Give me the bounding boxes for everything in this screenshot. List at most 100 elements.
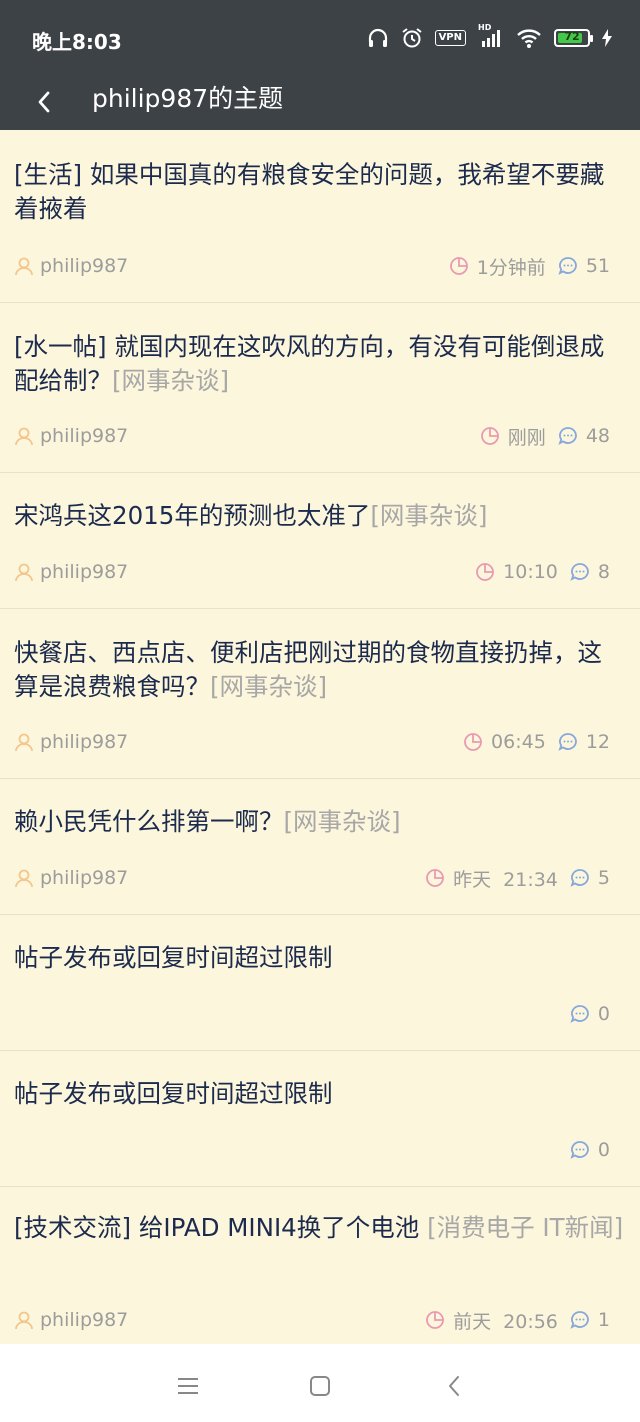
status-icons: VPN HD 72 bbox=[367, 23, 612, 52]
topic-meta: philip987 昨天 21:34 5 bbox=[14, 864, 610, 892]
system-back-button[interactable] bbox=[434, 1366, 474, 1406]
author[interactable]: philip987 bbox=[14, 1309, 128, 1331]
post-time: 06:45 bbox=[463, 731, 546, 753]
topic-title: 帖子发布或回复时间超过限制 bbox=[0, 1051, 640, 1111]
menu-icon bbox=[178, 1378, 198, 1394]
headphones-icon bbox=[367, 27, 389, 49]
topic-title: 宋鸿兵这2015年的预测也太准了[网事杂谈] bbox=[0, 473, 640, 533]
topic-item[interactable]: 宋鸿兵这2015年的预测也太准了[网事杂谈] philip987 10:10 8 bbox=[0, 473, 640, 609]
author[interactable]: philip987 bbox=[14, 867, 128, 889]
battery-level: 72 bbox=[564, 30, 580, 43]
author-name: philip987 bbox=[40, 425, 129, 447]
topic-title-text: [技术交流] 给IPAD MINI4换了个电池 bbox=[14, 1213, 420, 1242]
topic-item[interactable]: 帖子发布或回复时间超过限制 0 bbox=[0, 1051, 640, 1187]
reply-count-text: 12 bbox=[585, 731, 610, 753]
author-name: philip987 bbox=[40, 1309, 129, 1331]
author-name: philip987 bbox=[40, 867, 129, 889]
author-name: philip987 bbox=[40, 561, 129, 583]
topic-title: [技术交流] 给IPAD MINI4换了个电池 [消费电子 IT新闻] bbox=[0, 1187, 640, 1245]
topic-meta: philip987 1分钟前 51 bbox=[14, 252, 610, 280]
comment-icon bbox=[570, 869, 589, 887]
topic-title-text: [生活] 如果中国真的有粮食安全的问题，我希望不要藏着掖着 bbox=[14, 160, 605, 223]
time-text: 1分钟前 bbox=[476, 256, 546, 279]
reply-count-text: 48 bbox=[585, 425, 610, 447]
topic-meta: 0 bbox=[14, 1000, 610, 1028]
reply-count: 5 bbox=[570, 867, 610, 889]
topic-title: 帖子发布或回复时间超过限制 bbox=[0, 915, 640, 975]
comment-icon bbox=[558, 427, 577, 445]
topic-tag[interactable]: [网事杂谈] bbox=[370, 501, 487, 530]
clock-icon bbox=[449, 257, 468, 275]
topic-meta: philip987 10:10 8 bbox=[14, 558, 610, 586]
reply-count: 0 bbox=[570, 1139, 610, 1161]
topic-tag[interactable]: [网事杂谈] bbox=[284, 807, 401, 836]
author-name: philip987 bbox=[40, 255, 129, 277]
post-time: 1分钟前 bbox=[449, 253, 546, 280]
author[interactable]: philip987 bbox=[14, 561, 128, 583]
back-icon bbox=[449, 1376, 459, 1396]
topic-title: 赖小民凭什么排第一啊？[网事杂谈] bbox=[0, 779, 640, 839]
topic-title-text: [水一帖] 就国内现在这吹风的方向，有没有可能倒退成配给制？ bbox=[14, 332, 605, 395]
reply-count-text: 5 bbox=[597, 867, 610, 889]
topic-item[interactable]: [技术交流] 给IPAD MINI4换了个电池 [消费电子 IT新闻] phil… bbox=[0, 1187, 640, 1351]
comment-icon bbox=[558, 257, 577, 275]
reply-count-text: 0 bbox=[597, 1003, 610, 1025]
author[interactable]: philip987 bbox=[14, 255, 128, 277]
wifi-icon bbox=[516, 27, 542, 49]
topic-tag[interactable]: [网事杂谈] bbox=[210, 672, 327, 701]
comment-icon bbox=[570, 1141, 589, 1159]
vpn-icon: VPN bbox=[434, 30, 466, 46]
reply-count-text: 51 bbox=[585, 255, 610, 277]
comment-icon bbox=[570, 1311, 589, 1329]
topic-item[interactable]: [生活] 如果中国真的有粮食安全的问题，我希望不要藏着掖着 philip987 … bbox=[0, 130, 640, 303]
topic-title-text: 帖子发布或回复时间超过限制 bbox=[14, 1079, 333, 1108]
status-bar: 晚上8:03 VPN HD 72 bbox=[0, 0, 640, 74]
topic-item[interactable]: 赖小民凭什么排第一啊？[网事杂谈] philip987 昨天 21:34 5 bbox=[0, 779, 640, 915]
reply-count: 48 bbox=[558, 425, 610, 447]
signal-icon: HD bbox=[478, 23, 504, 49]
topic-title: [水一帖] 就国内现在这吹风的方向，有没有可能倒退成配给制？[网事杂谈] bbox=[0, 303, 640, 398]
reply-count: 51 bbox=[558, 255, 610, 277]
clock-icon bbox=[464, 733, 482, 751]
back-button[interactable] bbox=[22, 80, 66, 124]
topic-item[interactable]: [水一帖] 就国内现在这吹风的方向，有没有可能倒退成配给制？[网事杂谈] phi… bbox=[0, 303, 640, 473]
topic-meta: 0 bbox=[14, 1136, 610, 1164]
time-text: 10:10 bbox=[503, 561, 558, 583]
home-icon bbox=[310, 1376, 330, 1396]
time-text: 前天 20:56 bbox=[453, 1310, 558, 1333]
reply-count: 1 bbox=[570, 1309, 610, 1331]
clock-icon bbox=[426, 869, 444, 887]
topic-tag[interactable]: [网事杂谈] bbox=[112, 366, 229, 395]
author-name: philip987 bbox=[40, 731, 129, 753]
reply-count-text: 8 bbox=[597, 561, 610, 583]
topic-item[interactable]: 帖子发布或回复时间超过限制 0 bbox=[0, 915, 640, 1051]
reply-count: 0 bbox=[570, 1003, 610, 1025]
topic-meta: philip987 刚刚 48 bbox=[14, 422, 610, 450]
topic-meta: philip987 06:45 12 bbox=[14, 728, 610, 756]
time-text: 06:45 bbox=[491, 731, 546, 753]
battery-icon: 72 bbox=[554, 29, 593, 47]
post-time: 10:10 bbox=[475, 561, 558, 583]
home-button[interactable] bbox=[300, 1366, 340, 1406]
topic-meta: philip987 前天 20:56 1 bbox=[14, 1306, 610, 1334]
topic-item[interactable]: 快餐店、西点店、便利店把刚过期的食物直接扔掉，这算是浪费粮食吗？[网事杂谈] p… bbox=[0, 609, 640, 779]
user-icon bbox=[15, 257, 33, 276]
page-title: philip987的主题 bbox=[92, 84, 284, 113]
menu-button[interactable] bbox=[168, 1366, 208, 1406]
reply-count: 8 bbox=[570, 561, 610, 583]
system-nav-bar bbox=[0, 1344, 640, 1422]
time-text: 昨天 21:34 bbox=[453, 868, 558, 891]
signal-hd-label: HD bbox=[478, 23, 492, 32]
status-time: 晚上8:03 bbox=[32, 30, 122, 54]
comment-icon bbox=[570, 563, 589, 581]
post-time: 昨天 21:34 bbox=[425, 865, 558, 892]
clock-icon bbox=[476, 563, 495, 581]
author[interactable]: philip987 bbox=[14, 731, 128, 753]
topic-tag[interactable]: [消费电子 IT新闻] bbox=[427, 1213, 623, 1242]
comment-icon bbox=[570, 1005, 589, 1023]
author[interactable]: philip987 bbox=[14, 425, 128, 447]
comment-icon bbox=[558, 733, 577, 751]
user-icon bbox=[15, 733, 33, 752]
toolbar: philip987的主题 bbox=[0, 74, 640, 130]
topic-list: [生活] 如果中国真的有粮食安全的问题，我希望不要藏着掖着 philip987 … bbox=[0, 130, 640, 1351]
